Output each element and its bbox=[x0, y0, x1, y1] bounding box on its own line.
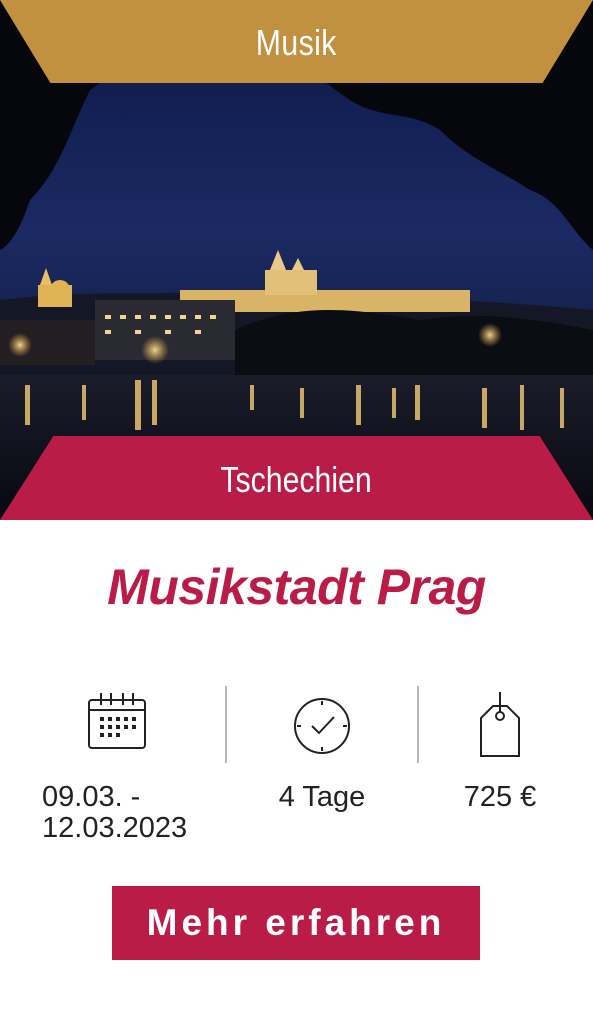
category-label: Musik bbox=[255, 21, 338, 63]
date-line-2: 12.03.2023 bbox=[42, 812, 188, 844]
price-value: 725 € bbox=[463, 781, 537, 813]
more-info-button[interactable]: Mehr erfahren bbox=[112, 886, 480, 960]
category-banner: Musik bbox=[0, 0, 593, 83]
date-value: 09.03. - 12.03.2023 bbox=[42, 782, 232, 844]
country-banner: Tschechien bbox=[0, 436, 593, 520]
date-line-1: 09.03. - bbox=[42, 781, 141, 813]
trip-card: Musik Tschechien Musikstadt Prag 09.03. … bbox=[0, 0, 593, 1024]
calendar-icon bbox=[87, 690, 147, 755]
price-tag-icon bbox=[478, 690, 522, 763]
country-label: Tschechien bbox=[220, 459, 373, 500]
divider bbox=[225, 686, 227, 763]
trip-title: Musikstadt Prag bbox=[107, 559, 486, 615]
duration-value: 4 Tage bbox=[278, 781, 366, 813]
divider bbox=[417, 686, 419, 763]
clock-icon bbox=[292, 696, 352, 761]
